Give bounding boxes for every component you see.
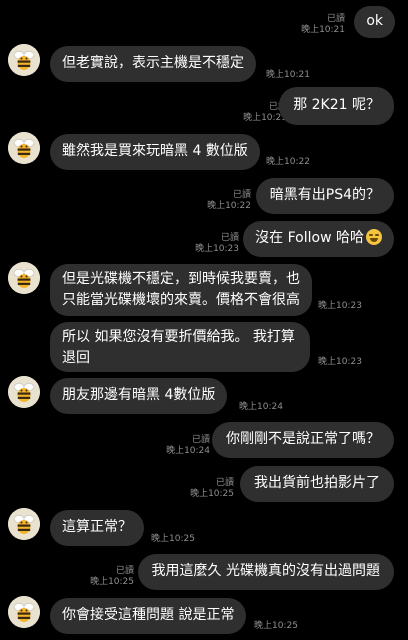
message-text: 雖然我是買來玩暗黑 4 數位版	[62, 143, 248, 159]
message-text: 你會接受這種問題 說是正常	[62, 607, 235, 623]
avatar[interactable]	[8, 132, 40, 164]
message-bubble-received[interactable]: 但老實說，表示主機是不穩定	[50, 46, 256, 82]
read-status: 已讀	[232, 190, 251, 200]
message-bubble-received[interactable]: 所以 如果您沒有要折價給我。 我打算退回	[50, 322, 310, 372]
read-status: 已讀	[115, 566, 134, 576]
read-status: 已讀	[191, 435, 210, 445]
message-time: 晚上10:22	[207, 201, 251, 211]
message-time: 晚上10:24	[166, 446, 210, 456]
bee-avatar-icon	[8, 44, 40, 76]
grinning-sweat-emoji	[366, 229, 382, 245]
message-text: ok	[366, 13, 383, 29]
message-text: 但老實說，表示主機是不穩定	[62, 55, 244, 71]
message-bubble-sent[interactable]: 沒在 Follow 哈哈	[243, 221, 394, 257]
message-text: 暗黑有出PS4的？	[269, 187, 380, 203]
message-text: 沒在 Follow 哈哈	[255, 230, 364, 246]
message-text: 你剛剛不是說正常了嗎？	[226, 431, 380, 447]
bee-avatar-icon	[8, 262, 40, 294]
message-bubble-sent[interactable]: 你剛剛不是說正常了嗎？	[212, 422, 394, 458]
message-bubble-received[interactable]: 雖然我是買來玩暗黑 4 數位版	[50, 134, 260, 170]
message-bubble-sent[interactable]: 暗黑有出PS4的？	[255, 178, 394, 214]
message-text: 但是光碟機不穩定，到時候我要賣，也只能當光碟機壞的來賣。價格不會很高	[62, 271, 300, 308]
message-time: 晚上10:22	[266, 157, 310, 167]
bee-avatar-icon	[8, 596, 40, 628]
message-bubble-sent[interactable]: 我出貨前也拍影片了	[240, 466, 394, 502]
message-time: 晚上10:25	[90, 577, 134, 587]
message-time: 晚上10:21	[266, 70, 310, 80]
read-status: 已讀	[215, 478, 234, 488]
message-time: 晚上10:25	[151, 534, 195, 544]
message-bubble-received[interactable]: 你會接受這種問題 說是正常	[50, 598, 247, 634]
message-bubble-received[interactable]: 這算正常？	[50, 510, 144, 546]
message-text: 那 2K21 呢？	[293, 97, 380, 113]
avatar[interactable]	[8, 596, 40, 628]
message-bubble-sent[interactable]: 我用這麼久 光碟機真的沒有出過問題	[137, 554, 394, 590]
avatar[interactable]	[8, 262, 40, 294]
message-text: 我出貨前也拍影片了	[254, 475, 380, 491]
avatar[interactable]	[8, 376, 40, 408]
message-time: 晚上10:24	[239, 402, 283, 412]
bee-avatar-icon	[8, 376, 40, 408]
message-bubble-sent[interactable]: ok	[354, 6, 395, 38]
message-time: 晚上10:23	[318, 301, 362, 311]
message-text: 所以 如果您沒有要折價給我。 我打算退回	[62, 329, 295, 366]
message-bubble-received[interactable]: 朋友那邊有暗黑 4數位版	[50, 378, 228, 414]
message-time: 晚上10:25	[190, 489, 234, 499]
message-bubble-sent[interactable]: 那 2K21 呢？	[279, 87, 394, 125]
message-time: 晚上10:21	[301, 25, 345, 35]
message-text: 這算正常？	[62, 519, 132, 535]
read-status: 已讀	[326, 14, 345, 24]
message-time: 晚上10:25	[254, 621, 298, 631]
avatar[interactable]	[8, 508, 40, 540]
bee-avatar-icon	[8, 508, 40, 540]
message-time: 晚上10:23	[318, 357, 362, 367]
bee-avatar-icon	[8, 132, 40, 164]
read-status: 已讀	[220, 233, 239, 243]
message-time: 晚上10:23	[195, 244, 239, 254]
message-text: 我用這麼久 光碟機真的沒有出過問題	[151, 563, 380, 579]
avatar[interactable]	[8, 44, 40, 76]
message-bubble-received[interactable]: 但是光碟機不穩定，到時候我要賣，也只能當光碟機壞的來賣。價格不會很高	[50, 264, 312, 316]
message-text: 朋友那邊有暗黑 4數位版	[62, 387, 216, 403]
